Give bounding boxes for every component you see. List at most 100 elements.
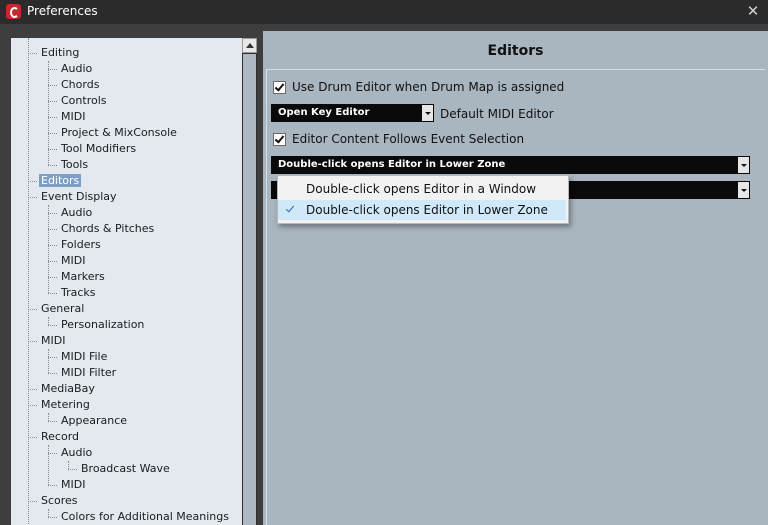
tree-item-label: Tools (61, 158, 89, 171)
tree-connector (48, 69, 57, 70)
close-button[interactable]: ✕ (738, 0, 768, 24)
tree-item-label: Audio (61, 62, 93, 75)
drum-editor-label: Use Drum Editor when Drum Map is assigne… (292, 80, 565, 94)
tree-item-metering[interactable]: Metering (39, 397, 92, 413)
tree-item-tool-modifiers[interactable]: Tool Modifiers (59, 141, 138, 157)
tree-item-label: MIDI (61, 478, 86, 491)
double-click-value: Double-click opens Editor in Lower Zone (278, 159, 506, 170)
tree-scrollbar[interactable] (242, 38, 257, 525)
tree-item-broadcast-wave[interactable]: Broadcast Wave (79, 461, 172, 477)
tree-item-audio[interactable]: Audio (59, 445, 94, 461)
tree-connector (28, 181, 37, 182)
tree-connector (48, 317, 49, 325)
tree-connector (48, 101, 57, 102)
tree-connector (48, 509, 49, 517)
tree-item-event-display[interactable]: Event Display (39, 189, 119, 205)
tree-item-label: MIDI (61, 110, 86, 123)
tree-item-label: Controls (61, 94, 107, 107)
tree-item-chords[interactable]: Chords (59, 77, 101, 93)
menu-item-open-in-window[interactable]: Double-click opens Editor in a Window (278, 179, 566, 199)
tree-item-record[interactable]: Record (39, 429, 81, 445)
tree-item-chords-pitches[interactable]: Chords & Pitches (59, 221, 156, 237)
tree-item-label: Appearance (61, 414, 128, 427)
tree-item-midi[interactable]: MIDI (59, 477, 87, 493)
menu-item-label: Double-click opens Editor in Lower Zone (306, 203, 548, 217)
tree-connector (28, 38, 29, 525)
scroll-up-arrow-icon[interactable] (242, 38, 257, 53)
tree-item-editing[interactable]: Editing (39, 45, 81, 61)
tree-item-controls[interactable]: Controls (59, 93, 109, 109)
tree-connector (48, 133, 57, 134)
tree-item-midi-file[interactable]: MIDI File (59, 349, 109, 365)
tree-item-audio[interactable]: Audio (59, 61, 94, 77)
tree-connector (48, 85, 57, 86)
menu-item-open-in-lower-zone[interactable]: Double-click opens Editor in Lower Zone (278, 200, 566, 220)
tree-item-label: MIDI Filter (61, 366, 117, 379)
tree-item-scores[interactable]: Scores (39, 493, 80, 509)
tree-connector (48, 165, 57, 166)
tree-connector (28, 53, 37, 54)
tree-item-colors-for-additional-meanings[interactable]: Colors for Additional Meanings (59, 509, 231, 525)
double-click-dropdown[interactable]: Double-click opens Editor in Lower Zone (271, 156, 750, 174)
dropdown-arrow-icon (422, 105, 433, 121)
tree-item-folders[interactable]: Folders (59, 237, 103, 253)
tree-item-tracks[interactable]: Tracks (59, 285, 98, 301)
default-midi-editor-dropdown[interactable]: Open Key Editor (271, 104, 434, 122)
tree-connector (48, 277, 57, 278)
tree-item-label: Chords & Pitches (61, 222, 155, 235)
tree-item-label: Metering (41, 398, 90, 411)
tree-connector (28, 341, 37, 342)
tree-connector (28, 389, 37, 390)
tree-item-project-mixconsole[interactable]: Project & MixConsole (59, 125, 179, 141)
tree-connector (48, 445, 49, 485)
tree-connector (68, 469, 77, 470)
tree-connector (48, 61, 49, 165)
tree-connector (48, 245, 57, 246)
drum-editor-checkbox[interactable] (273, 81, 286, 94)
checkmark-icon (274, 81, 285, 92)
tree-connector (68, 461, 69, 469)
tree-item-appearance[interactable]: Appearance (59, 413, 129, 429)
tree-connector (48, 453, 57, 454)
tree-item-label: Record (41, 430, 80, 443)
tree-item-label: MIDI (41, 334, 66, 347)
tree-item-label: Markers (61, 270, 105, 283)
tree-connector (28, 197, 37, 198)
tree-item-markers[interactable]: Markers (59, 269, 107, 285)
tree-item-midi-filter[interactable]: MIDI Filter (59, 365, 118, 381)
title-bar: Preferences ✕ (0, 0, 768, 24)
tree-item-label: Audio (61, 446, 93, 459)
tree-connector (48, 421, 57, 422)
tree-item-midi[interactable]: MIDI (59, 109, 87, 125)
tree-item-midi[interactable]: MIDI (39, 333, 67, 349)
tree-connector (48, 149, 57, 150)
tree-connector (28, 501, 37, 502)
tree-item-mediabay[interactable]: MediaBay (39, 381, 97, 397)
follow-selection-checkbox[interactable] (273, 133, 286, 146)
tree-connector (48, 261, 57, 262)
tree-item-audio[interactable]: Audio (59, 205, 94, 221)
tree-item-midi[interactable]: MIDI (59, 253, 87, 269)
tree-item-label: Editors (39, 174, 82, 187)
follow-selection-label: Editor Content Follows Event Selection (292, 132, 525, 146)
menu-item-label: Double-click opens Editor in a Window (306, 182, 537, 196)
window-title: Preferences (27, 4, 98, 18)
tree-item-label: General (41, 302, 85, 315)
scroll-thumb[interactable] (243, 54, 256, 525)
tree-connector (28, 309, 37, 310)
tree-connector (48, 117, 57, 118)
tree-connector (28, 405, 37, 406)
tree-item-label: Colors for Additional Meanings (61, 510, 229, 523)
tree-item-personalization[interactable]: Personalization (59, 317, 146, 333)
dropdown-arrow-icon (738, 157, 749, 173)
tree-connector (48, 357, 57, 358)
tree-item-general[interactable]: General (39, 301, 86, 317)
tree-item-label: Tracks (61, 286, 96, 299)
tree-item-label: Tool Modifiers (61, 142, 137, 155)
tree-item-editors[interactable]: Editors (39, 173, 82, 189)
tree-item-label: Broadcast Wave (81, 462, 170, 475)
tree-item-label: Event Display (41, 190, 117, 203)
tree-connector (48, 229, 57, 230)
page-title: Editors (487, 43, 544, 59)
tree-item-tools[interactable]: Tools (59, 157, 90, 173)
